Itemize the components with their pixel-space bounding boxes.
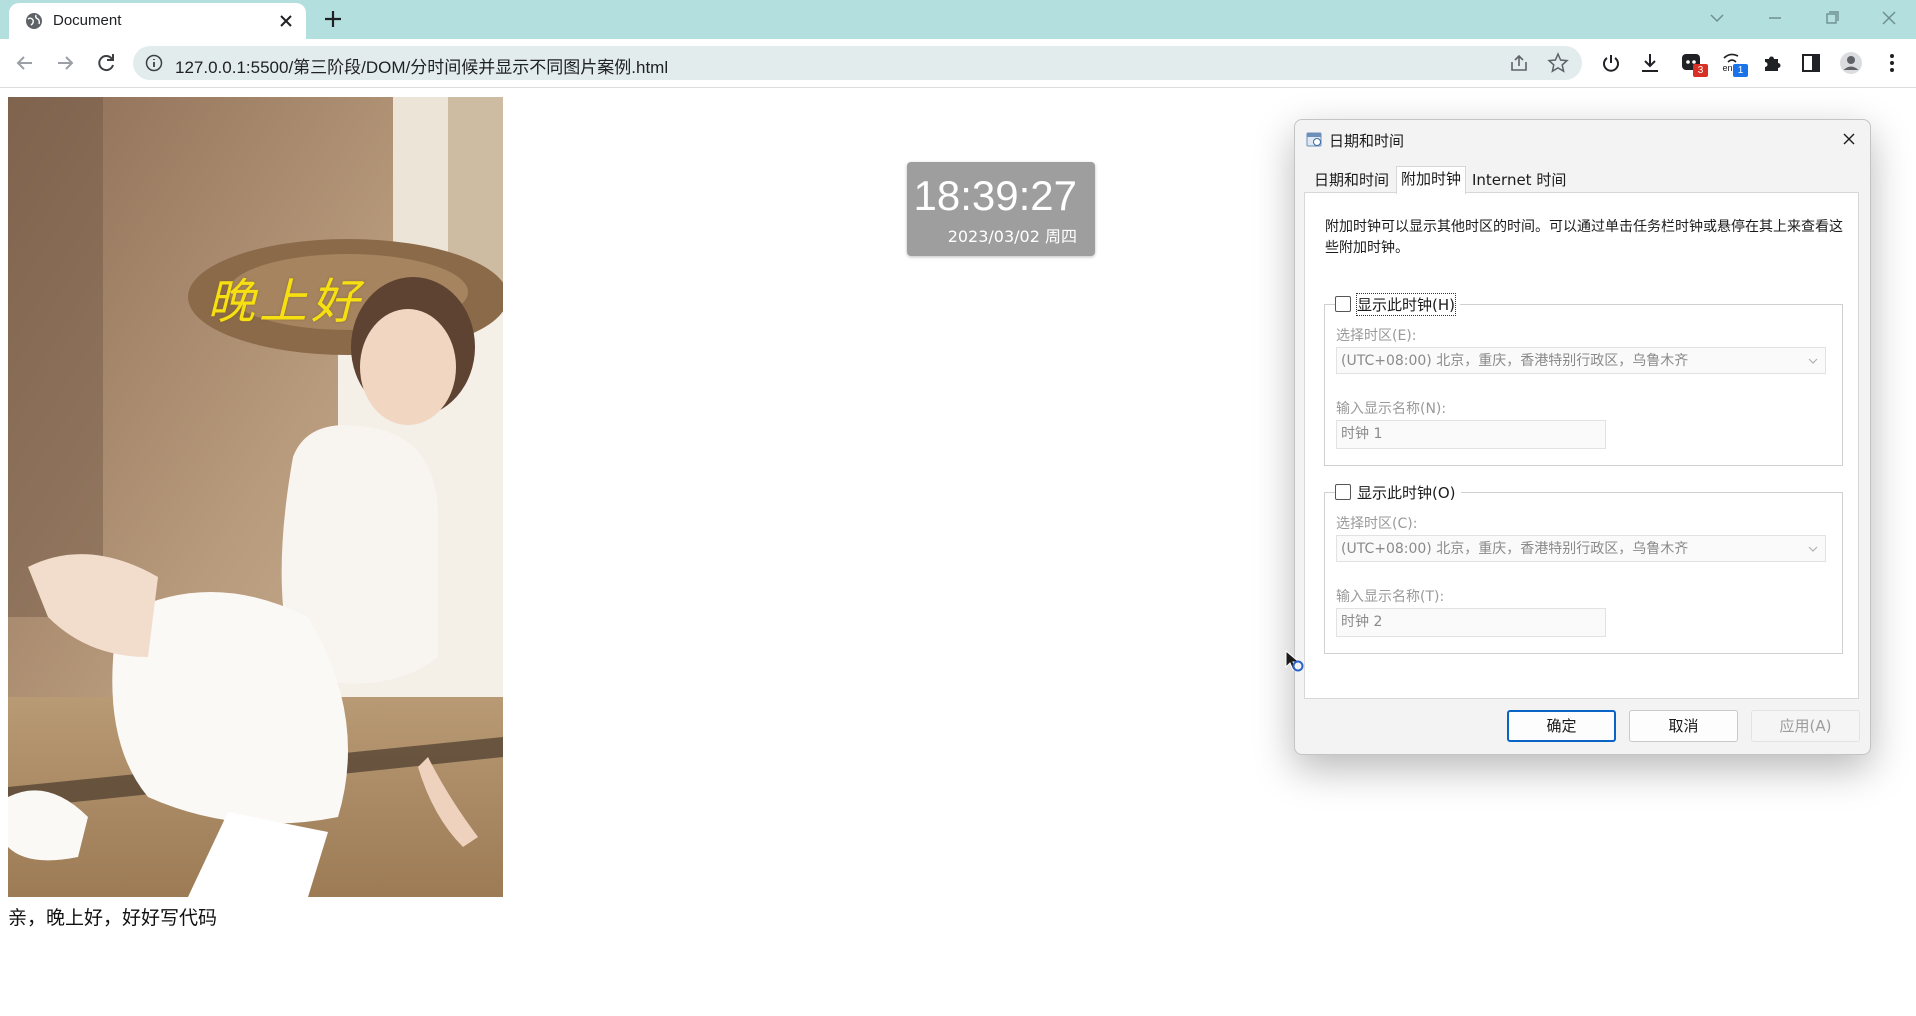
show-clock1-label[interactable]: 显示此时钟(H) (1356, 292, 1456, 316)
clock-date: 2023/03/02 周四 (947, 227, 1077, 246)
browser-toolbar: 127.0.0.1:5500/第三阶段/DOM/分时间候并显示不同图片案例.ht… (0, 39, 1916, 88)
clock-calendar-icon (1306, 132, 1322, 147)
show-clock2-label[interactable]: 显示此时钟(O) (1356, 481, 1457, 504)
globe-icon (26, 13, 42, 29)
panel-description: 附加时钟可以显示其他时区的时间。可以通过单击任务栏时钟或悬停在其上来查看这些附加… (1325, 219, 1843, 256)
power-icon[interactable] (1598, 50, 1624, 76)
translate-badge-count: 1 (1733, 64, 1748, 77)
show-clock2-checkbox[interactable] (1335, 484, 1351, 500)
greeting-caption: 亲，晚上好，好好写代码 (8, 907, 218, 929)
chevron-down-icon[interactable] (1705, 6, 1729, 30)
apply-button[interactable]: 应用(A) (1751, 710, 1860, 742)
additional-clocks-panel: 附加时钟可以显示其他时区的时间。可以通过单击任务栏时钟或悬停在其上来查看这些附加… (1304, 192, 1859, 699)
clock1-name-input[interactable]: 时钟 1 (1336, 420, 1606, 449)
close-tab-icon[interactable] (277, 12, 295, 30)
back-icon[interactable] (12, 50, 38, 76)
clock1-group: 显示此时钟(H) 选择时区(E): (UTC+08:00) 北京，重庆，香港特别… (1324, 292, 1843, 466)
evening-photo (8, 97, 503, 897)
tab-title: Document (53, 12, 122, 29)
browser-tab-strip: Document (0, 0, 1916, 39)
clock1-name-label: 输入显示名称(N): (1336, 401, 1447, 417)
photo-illustration (8, 97, 503, 897)
share-icon[interactable] (1508, 52, 1530, 74)
download-icon[interactable] (1637, 50, 1663, 76)
clock2-timezone-select[interactable]: (UTC+08:00) 北京，重庆，香港特别行政区，乌鲁木齐 (1336, 535, 1826, 562)
forward-icon[interactable] (52, 50, 78, 76)
side-panel-icon[interactable] (1798, 50, 1824, 76)
restore-icon[interactable] (1820, 6, 1844, 30)
extension-badge-count: 3 (1693, 64, 1708, 77)
tab-internet-time[interactable]: Internet 时间 (1468, 168, 1570, 192)
reload-icon[interactable] (93, 50, 119, 76)
clock2-group: 显示此时钟(O) 选择时区(C): (UTC+08:00) 北京，重庆，香港特别… (1324, 481, 1843, 654)
bookmark-star-icon[interactable] (1547, 52, 1569, 74)
clock-time: 18:39:27 (913, 172, 1078, 219)
minimize-icon[interactable] (1763, 6, 1787, 30)
chevron-down-icon (1808, 546, 1818, 552)
close-icon[interactable] (1839, 129, 1859, 149)
tab-date-and-time[interactable]: 日期和时间 (1310, 168, 1393, 192)
clock2-name-input[interactable]: 时钟 2 (1336, 608, 1606, 637)
clock1-timezone-label: 选择时区(E): (1336, 328, 1417, 344)
digital-clock: 18:39:27 2023/03/02 周四 (907, 162, 1095, 256)
clock2-timezone-value: (UTC+08:00) 北京，重庆，香港特别行政区，乌鲁木齐 (1341, 541, 1689, 557)
ok-button[interactable]: 确定 (1507, 710, 1616, 742)
address-bar[interactable]: 127.0.0.1:5500/第三阶段/DOM/分时间候并显示不同图片案例.ht… (133, 46, 1582, 80)
info-icon[interactable] (145, 54, 163, 72)
mouse-cursor-icon (1285, 649, 1304, 672)
clock2-legend: 显示此时钟(O) (1335, 481, 1461, 503)
show-clock1-checkbox[interactable] (1335, 296, 1351, 312)
dialog-title: 日期和时间 (1329, 132, 1405, 150)
extension-badge-button[interactable]: 3 (1679, 50, 1708, 77)
date-time-dialog: 日期和时间 日期和时间 附加时钟 Internet 时间 附加时钟可以显示其他时… (1294, 119, 1871, 755)
clock2-timezone-label: 选择时区(C): (1336, 516, 1418, 532)
profile-avatar-icon[interactable] (1838, 50, 1864, 76)
clock2-name-label: 输入显示名称(T): (1336, 589, 1445, 605)
tab-document[interactable]: Document (9, 3, 306, 39)
close-window-icon[interactable] (1877, 6, 1901, 30)
clock1-timezone-value: (UTC+08:00) 北京，重庆，香港特别行政区，乌鲁木齐 (1341, 353, 1689, 369)
clock1-timezone-select[interactable]: (UTC+08:00) 北京，重庆，香港特别行政区，乌鲁木齐 (1336, 347, 1826, 374)
translate-extension-button[interactable]: en 1 (1720, 50, 1748, 77)
new-tab-icon[interactable] (322, 8, 344, 30)
puzzle-extensions-icon[interactable] (1759, 50, 1785, 76)
url-text[interactable]: 127.0.0.1:5500/第三阶段/DOM/分时间候并显示不同图片案例.ht… (175, 53, 668, 78)
cancel-button[interactable]: 取消 (1629, 710, 1738, 742)
tab-additional-clocks[interactable]: 附加时钟 (1396, 166, 1467, 194)
more-menu-icon[interactable] (1879, 50, 1905, 76)
chevron-down-icon (1808, 358, 1818, 364)
clock1-legend: 显示此时钟(H) (1335, 292, 1460, 316)
greeting-overlay-text: 晚上好 (207, 274, 364, 330)
